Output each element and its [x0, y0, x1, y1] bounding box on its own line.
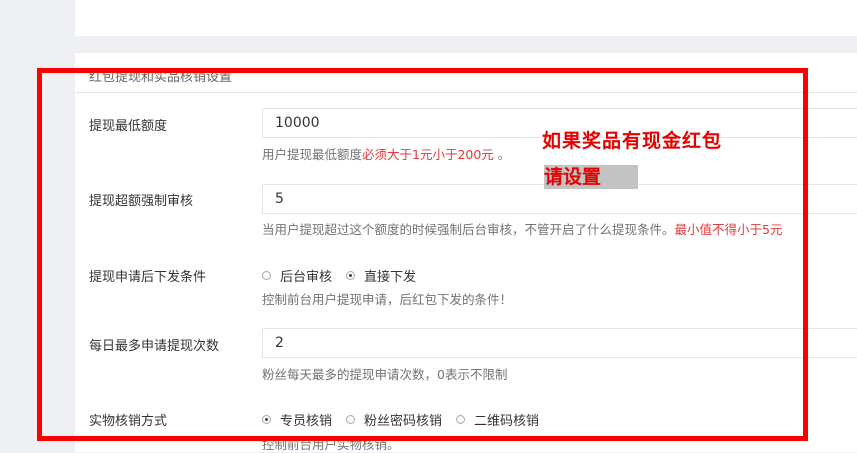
radio-button[interactable] — [346, 415, 356, 424]
radio-option-staff-verify[interactable]: 专员核销 — [262, 410, 332, 429]
verify-method-help: 控制前台用户实物核销。 — [262, 437, 400, 452]
radio-button-selected[interactable] — [262, 415, 271, 424]
daily-max-input[interactable]: 2 — [262, 328, 857, 358]
help-text: 用户提现最低额度 — [262, 147, 363, 162]
over-limit-review-help: 当用户提现超过这个额度的时候强制后台审核，不管开启了什么提现条件。最小值不得小于… — [262, 219, 782, 238]
annotation-note-line2: 请设置 — [544, 165, 638, 189]
radio-label: 粉丝密码核销 — [364, 414, 443, 429]
help-text: 当用户提现超过这个额度的时候强制后台审核，不管开启了什么提现条件。 — [262, 222, 675, 237]
help-warning: 必须大于1元小于200元 — [362, 147, 494, 162]
radio-button-selected[interactable] — [346, 271, 356, 280]
radio-option-qrcode-verify[interactable]: 二维码核销 — [456, 410, 539, 429]
verify-method-label: 实物核销方式 — [89, 414, 168, 429]
issue-condition-help: 控制前台用户提现申请，后红包下发的条件！ — [262, 292, 513, 307]
min-withdraw-help: 用户提现最低额度必须大于1元小于200元 。 — [262, 144, 510, 163]
daily-max-label: 每日最多申请提现次数 — [89, 339, 220, 354]
radio-label: 后台审核 — [280, 270, 333, 285]
left-sidebar-strip — [0, 0, 75, 452]
radio-label: 专员核销 — [280, 414, 333, 429]
min-withdraw-label: 提现最低额度 — [89, 119, 168, 134]
issue-condition-label: 提现申请后下发条件 — [89, 270, 207, 285]
annotation-note-line1: 如果奖品有现金红包 — [542, 130, 723, 152]
top-panel — [75, 0, 857, 36]
daily-max-help: 粉丝每天最多的提现申请次数，0表示不限制 — [262, 367, 508, 382]
radio-option-backend-review[interactable]: 后台审核 — [262, 266, 332, 285]
issue-condition-radio-group: 后台审核 直接下发 — [262, 266, 430, 285]
radio-option-direct-issue[interactable]: 直接下发 — [346, 266, 416, 285]
over-limit-review-label: 提现超额强制审核 — [89, 194, 194, 209]
help-warning: 最小值不得小于5元 — [674, 222, 783, 237]
section-title: 红包提现和实品核销设置 — [89, 70, 233, 85]
radio-label: 直接下发 — [364, 270, 417, 285]
verify-method-radio-group: 专员核销 粉丝密码核销 二维码核销 — [262, 410, 553, 429]
radio-button[interactable] — [262, 271, 271, 280]
radio-option-fan-password-verify[interactable]: 粉丝密码核销 — [346, 410, 442, 429]
radio-button[interactable] — [456, 415, 466, 424]
section-divider — [75, 92, 857, 93]
help-text: 。 — [493, 147, 511, 162]
radio-label: 二维码核销 — [474, 414, 540, 429]
